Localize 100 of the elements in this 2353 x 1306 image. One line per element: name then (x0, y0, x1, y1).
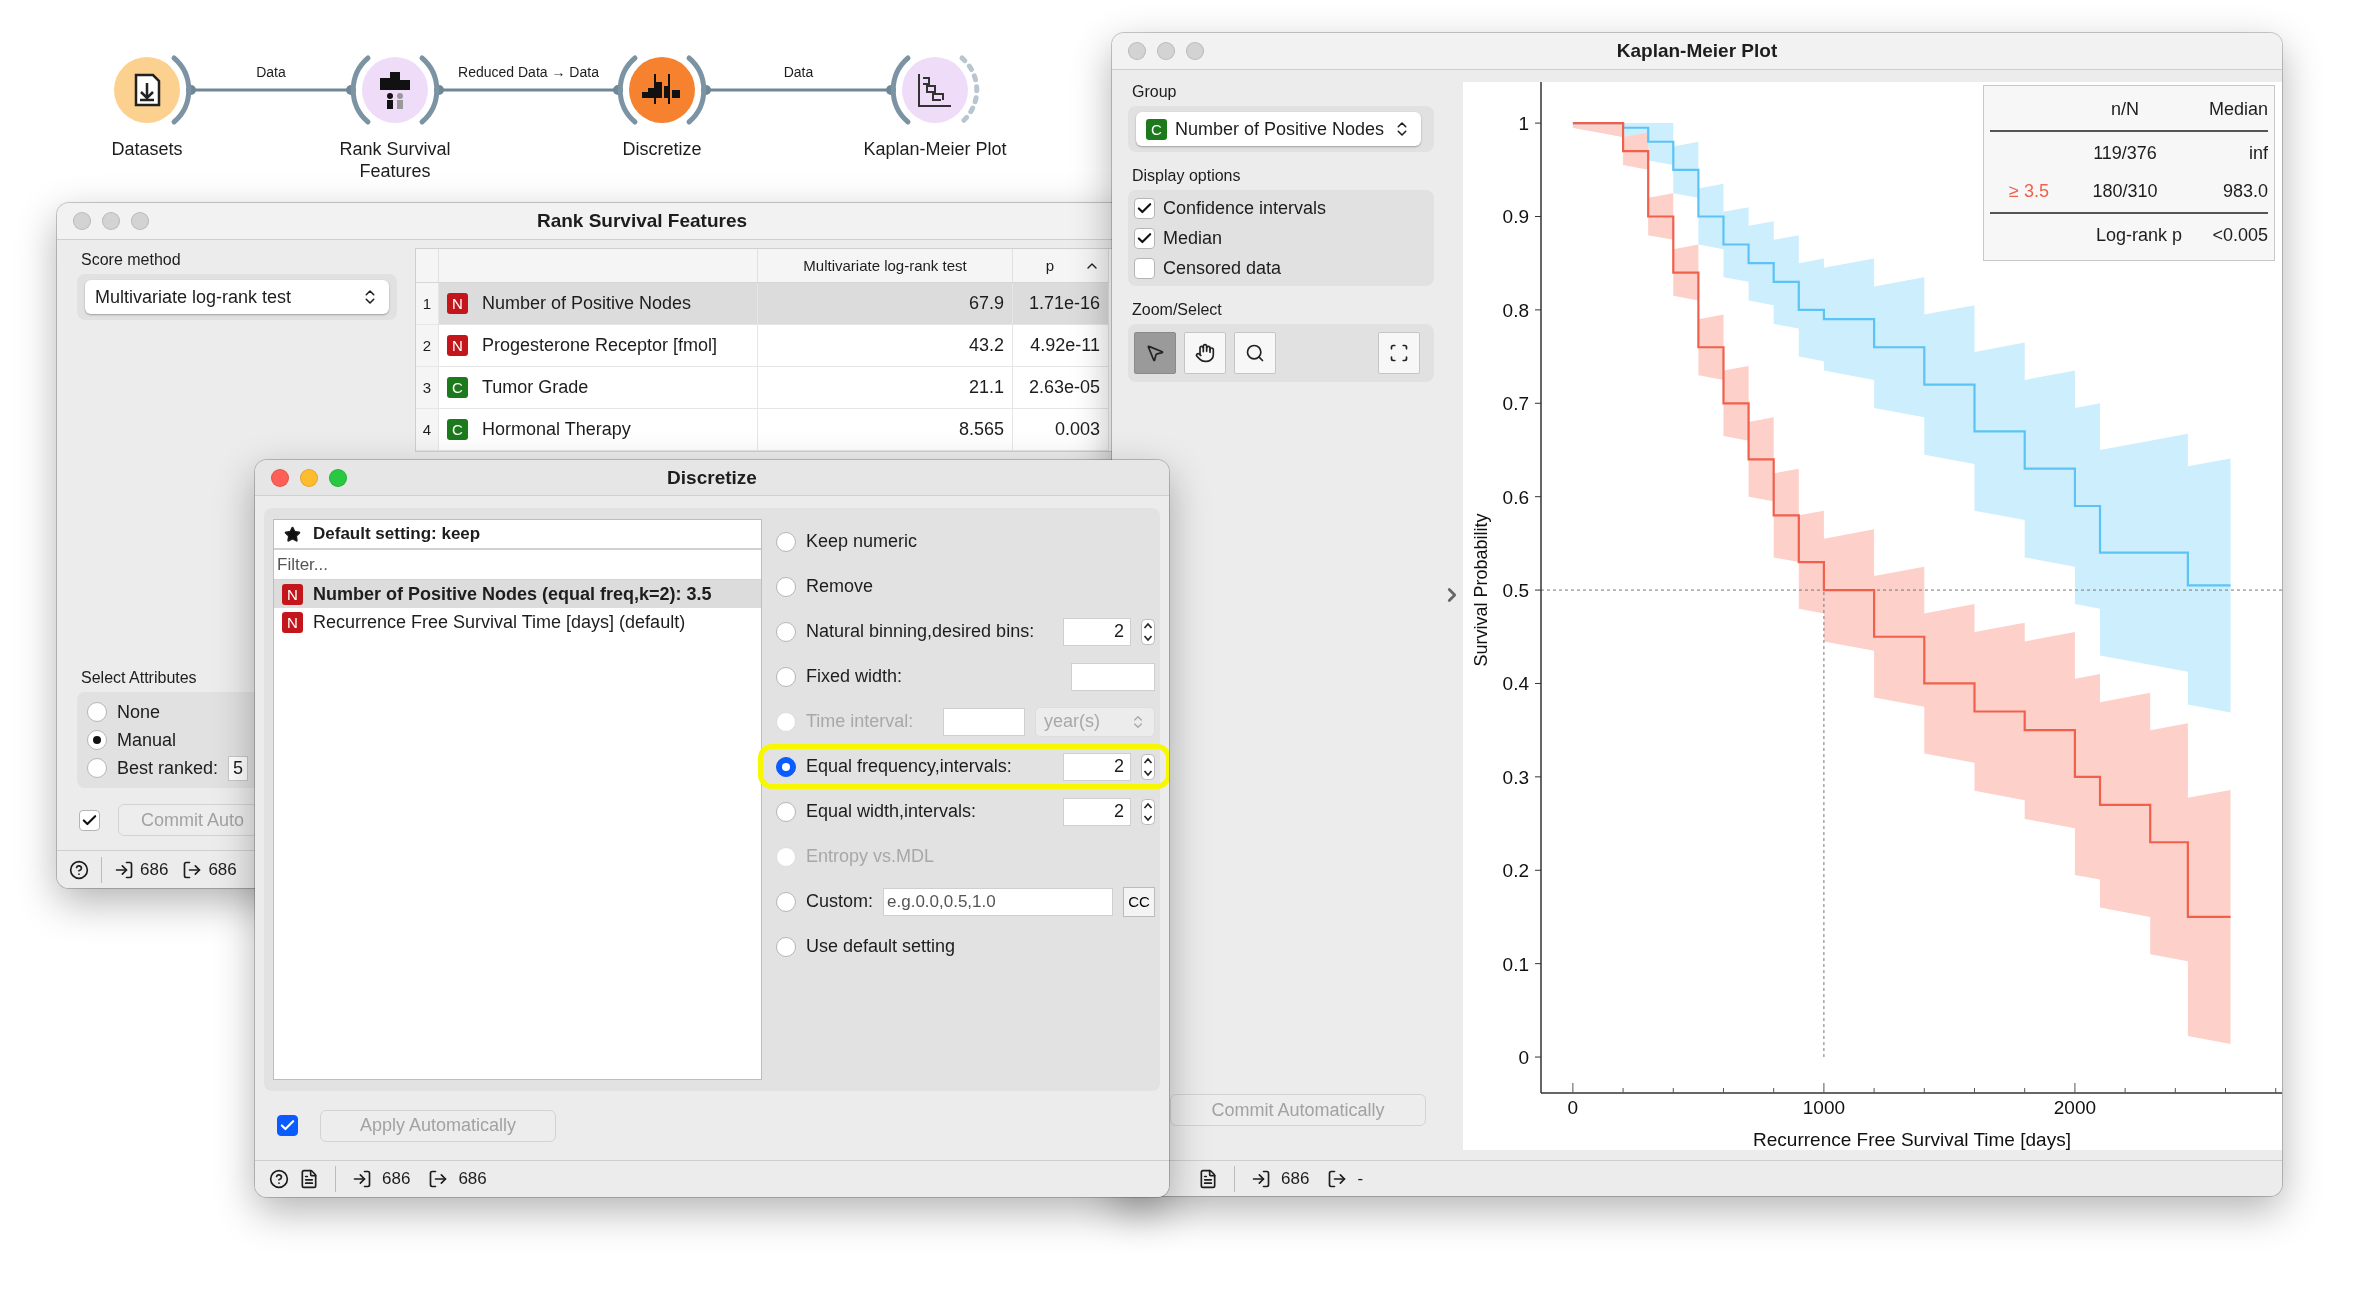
radio-button[interactable] (776, 621, 796, 642)
method-label: Keep numeric (806, 531, 919, 552)
radio-button[interactable] (776, 891, 796, 912)
window-control-icon[interactable] (271, 468, 289, 487)
legend-header: Median (2207, 97, 2268, 121)
column-header[interactable]: p (1013, 249, 1109, 283)
tick-label: 2000 (2053, 1097, 2097, 1118)
type-badge: N (282, 583, 303, 605)
link-label: Data (255, 64, 287, 80)
input-icon (114, 859, 134, 880)
checkbox[interactable] (1134, 257, 1155, 279)
custom-field[interactable]: e.g.0.0,0.5,1.0 (883, 887, 1114, 916)
tick-label: 0.1 (1502, 953, 1529, 975)
tick-label: 0 (1567, 1097, 1579, 1118)
star-icon (284, 525, 301, 543)
node-label: Datasets (110, 138, 184, 160)
window-control-icon[interactable] (73, 212, 91, 230)
radio-button[interactable] (776, 576, 796, 597)
link-label: Reduced Data → Data (457, 64, 600, 80)
row-number: 3 (416, 367, 439, 409)
method-label: Equal frequency,intervals: (806, 756, 1013, 777)
radio-button[interactable] (776, 801, 796, 822)
section-label: Select Attributes (81, 668, 198, 688)
radio-label: Best ranked: (117, 757, 219, 779)
window-control-icon[interactable] (1186, 42, 1204, 60)
spinner-icon[interactable] (1141, 618, 1156, 645)
method-label: Custom: (806, 891, 874, 912)
fit-view-icon (1389, 343, 1409, 363)
window-control-icon[interactable] (1157, 42, 1175, 60)
table-cell[interactable]: N Progesterone Receptor [fmol] (439, 325, 758, 367)
section-label: Display options (1132, 166, 1242, 186)
type-badge: C (447, 419, 468, 440)
tool-button[interactable] (1234, 332, 1276, 374)
output-count: 686 (458, 1169, 487, 1189)
spin-field[interactable]: 5 (228, 755, 249, 781)
group-dropdown[interactable]: C Number of Positive Nodes (1136, 112, 1421, 146)
width-field[interactable] (1071, 662, 1156, 691)
radio-button[interactable] (87, 730, 107, 750)
spinner-icon[interactable] (1141, 753, 1156, 780)
table-cell[interactable]: C Tumor Grade (439, 367, 758, 409)
radio-button[interactable] (776, 531, 796, 552)
zoom-icon (1245, 343, 1265, 363)
score-method-dropdown[interactable]: Multivariate log-rank test (85, 280, 389, 314)
radio-button[interactable] (776, 756, 796, 777)
legend-cell-text: Log-rank p (2094, 223, 2182, 247)
section-label: Score method (81, 250, 182, 270)
report-icon[interactable] (299, 1169, 319, 1189)
window-title: Discretize (666, 466, 758, 489)
variable-item[interactable]: N Number of Positive Nodes (equal freq,k=2): 3.5 (274, 580, 761, 608)
radio-button[interactable] (87, 758, 107, 778)
pointer-icon (1145, 343, 1165, 363)
axis-title: Recurrence Free Survival Time [days] (1753, 1129, 2071, 1150)
output-icon (182, 859, 203, 880)
hand-icon (1195, 343, 1215, 363)
method-label: Time interval: (806, 711, 915, 732)
variable-label: Number of Positive Nodes (equal freq,k=2): 3.5 (313, 583, 712, 605)
window-control-icon[interactable] (102, 212, 120, 230)
section-label: Zoom/Select (1132, 300, 1223, 320)
tool-button[interactable] (1184, 332, 1226, 374)
tick-label: 1 (1518, 113, 1529, 135)
default-setting-label: Default setting: keep (313, 524, 481, 544)
link-label: Data (782, 64, 815, 80)
legend-cell-text: 983.0 (2221, 179, 2268, 203)
attribute-name: Number of Positive Nodes (482, 293, 692, 314)
report-icon[interactable] (1198, 1168, 1218, 1189)
attribute-name: Hormonal Therapy (482, 419, 631, 440)
number-field[interactable]: 2 (1063, 797, 1132, 826)
checkbox[interactable] (1134, 227, 1155, 249)
table-cell[interactable]: C Hormonal Therapy (439, 409, 758, 451)
legend-header: n/N (2110, 97, 2140, 121)
output-icon (1327, 1168, 1348, 1189)
method-label: Fixed width: (806, 666, 904, 687)
help-icon[interactable] (69, 859, 89, 880)
cc-button[interactable]: CC (1123, 886, 1156, 917)
window-control-icon[interactable] (300, 468, 318, 487)
input-icon (1251, 1168, 1271, 1189)
type-badge: N (447, 293, 468, 314)
legend-cell-text: inf (2248, 141, 2268, 165)
table-cell[interactable]: N Number of Positive Nodes (439, 283, 758, 325)
window-control-icon[interactable] (329, 468, 347, 487)
method-label: Use default setting (806, 936, 957, 957)
checkbox[interactable] (1134, 197, 1155, 219)
radio-button[interactable] (776, 936, 796, 957)
number-field[interactable]: 2 (1063, 617, 1132, 646)
window-control-icon[interactable] (1128, 42, 1146, 60)
number-field[interactable]: 2 (1063, 752, 1132, 781)
tick-label: 1000 (1802, 1097, 1846, 1118)
axis-title: Survival Probability (1471, 513, 1491, 667)
table-cell: 67.9 (758, 283, 1013, 325)
method-label: Entropy vs.MDL (806, 846, 936, 867)
option-label: Confidence intervals (1163, 197, 1327, 219)
column-header[interactable]: Multivariate log-rank test (758, 249, 1013, 283)
window-control-icon[interactable] (131, 212, 149, 230)
radio-button[interactable] (87, 702, 107, 722)
option-label: Median (1163, 227, 1223, 249)
spinner-icon[interactable] (1141, 798, 1156, 825)
window-title: Rank Survival Features (535, 210, 749, 232)
radio-button[interactable] (776, 666, 796, 687)
radio-label: None (117, 701, 161, 723)
help-icon[interactable] (269, 1169, 289, 1189)
